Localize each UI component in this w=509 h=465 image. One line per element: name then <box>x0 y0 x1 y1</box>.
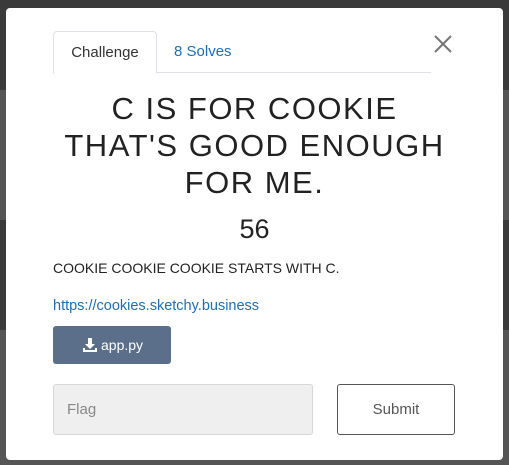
flag-input[interactable] <box>53 384 313 435</box>
challenge-title-line: FOR ME. <box>184 165 325 200</box>
challenge-modal: Challenge 8 Solves C IS FOR COOKIE THAT'… <box>6 8 503 460</box>
challenge-points: 56 <box>239 214 270 244</box>
tab-solves[interactable]: 8 Solves <box>174 31 232 73</box>
challenge-title: C IS FOR COOKIE THAT'S GOOD ENOUGH FOR M… <box>16 90 493 201</box>
close-button[interactable] <box>430 31 456 57</box>
challenge-title-line: THAT'S GOOD ENOUGH <box>64 128 445 163</box>
download-file-label: app.py <box>101 337 144 353</box>
tab-challenge[interactable]: Challenge <box>53 31 157 74</box>
challenge-title-line: C IS FOR COOKIE <box>111 91 398 126</box>
submit-button[interactable]: Submit <box>337 384 455 435</box>
download-icon <box>83 338 97 352</box>
challenge-link[interactable]: https://cookies.sketchy.business <box>53 296 259 316</box>
close-icon <box>434 35 452 53</box>
challenge-tabs: Challenge 8 Solves <box>53 31 431 74</box>
challenge-description: COOKIE COOKIE COOKIE STARTS WITH C. <box>53 260 340 276</box>
download-file-button[interactable]: app.py <box>53 326 171 364</box>
